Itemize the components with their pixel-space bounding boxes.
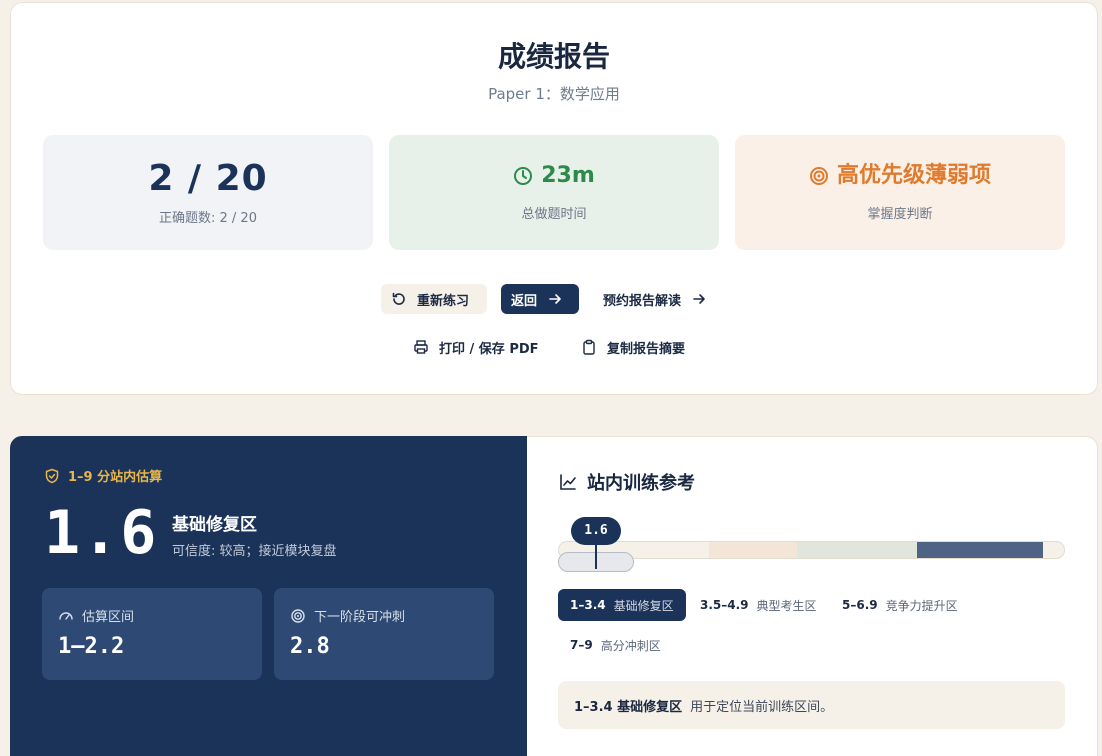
priority-label: 掌握度判断: [867, 207, 933, 222]
back-label: 返回: [511, 293, 538, 309]
book-review-label: 预约报告解读: [603, 293, 682, 309]
estimate-tag-label: 1–9 分站内估算: [68, 470, 163, 485]
band-chip-compete[interactable]: 5–6.9 竞争力提升区: [830, 589, 970, 621]
priority-value: 高优先级薄弱项: [836, 163, 991, 188]
retry-label: 重新练习: [417, 293, 470, 309]
range-card: 估算区间 1–2.2: [42, 588, 262, 680]
band-range: 7–9: [570, 638, 593, 652]
score-marker-bubble: 1.6: [571, 517, 621, 545]
back-button[interactable]: 返回: [501, 284, 579, 314]
score-label: 正确题数: 2 / 20: [159, 211, 257, 226]
confidence-text: 可信度: 较高；接近模块复盘: [172, 544, 337, 559]
note-zone: 1–3.4 基础修复区: [574, 699, 683, 715]
score-value: 2 / 20: [148, 158, 268, 199]
zone-name: 基础修复区: [172, 515, 257, 535]
print-button[interactable]: 打印 / 保存 PDF: [403, 332, 549, 362]
band-name: 竞争力提升区: [885, 598, 958, 613]
range-label: 估算区间: [82, 610, 135, 625]
refresh-icon: [391, 291, 407, 307]
band-name: 高分冲刺区: [600, 638, 661, 653]
band-range: 3.5–4.9: [700, 598, 749, 612]
gauge-icon: [58, 608, 74, 624]
report-card: 成绩报告 Paper 1：数学应用 2 / 20 正确题数: 2 / 20 23…: [10, 2, 1098, 395]
page-title: 成绩报告: [497, 40, 610, 73]
band-compete-segment: [797, 542, 917, 558]
range-value: 1–2.2: [58, 634, 125, 659]
band-range: 1–3.4: [570, 598, 606, 612]
copy-summary-button[interactable]: 复制报告摘要: [571, 332, 695, 362]
band-high-segment: [917, 542, 1043, 558]
estimated-score: 1.6: [44, 498, 159, 568]
arrow-right-icon: [691, 291, 707, 307]
priority-stat-card: 高优先级薄弱项 掌握度判断: [735, 135, 1065, 250]
band-name: 基础修复区: [613, 598, 674, 613]
estimate-panel: 1–9 分站内估算 1.6 基础修复区 可信度: 较高；接近模块复盘 估算区间 …: [10, 436, 528, 756]
arrow-right-icon: [547, 291, 563, 307]
reference-title: 站内训练参考: [559, 469, 695, 495]
time-value: 23m: [541, 163, 595, 188]
reference-title-label: 站内训练参考: [587, 473, 695, 494]
shield-icon: [44, 468, 60, 484]
line-chart-icon: [559, 473, 577, 491]
print-label: 打印 / 保存 PDF: [439, 341, 539, 357]
band-note: 1–3.4 基础修复区 用于定位当前训练区间。: [558, 681, 1065, 729]
band-chip-typical[interactable]: 3.5–4.9 典型考生区: [688, 589, 829, 621]
time-label: 总做题时间: [521, 207, 587, 222]
book-review-button[interactable]: 预约报告解读: [593, 284, 717, 314]
reference-panel: 站内训练参考 1.6 1–3.4 基础修复区 3.5–4.9 典型考生区 5–6…: [527, 436, 1098, 756]
band-range: 5–6.9: [842, 598, 878, 612]
band-chip-basic[interactable]: 1–3.4 基础修复区: [558, 589, 686, 621]
time-stat-card: 23m 总做题时间: [389, 135, 719, 250]
note-text: 用于定位当前训练区间。: [690, 699, 834, 715]
target-icon: [809, 166, 829, 186]
next-stage-label: 下一阶段可冲刺: [314, 610, 406, 625]
band-name: 典型考生区: [756, 598, 817, 613]
band-typical-segment: [709, 542, 797, 558]
score-scale-bar: [558, 541, 1065, 559]
printer-icon: [413, 339, 429, 355]
band-chip-high[interactable]: 7–9 高分冲刺区: [558, 629, 673, 661]
retry-button[interactable]: 重新练习: [381, 284, 487, 314]
target-icon: [290, 608, 306, 624]
copy-summary-label: 复制报告摘要: [607, 341, 686, 357]
score-stat-card: 2 / 20 正确题数: 2 / 20: [43, 135, 373, 250]
next-stage-card: 下一阶段可冲刺 2.8: [274, 588, 494, 680]
paper-subtitle: Paper 1：数学应用: [488, 85, 620, 103]
estimate-tag: 1–9 分站内估算: [44, 466, 162, 485]
score-marker-line: [595, 545, 597, 569]
clipboard-icon: [581, 339, 597, 355]
next-stage-value: 2.8: [290, 634, 330, 659]
clock-icon: [513, 166, 533, 186]
